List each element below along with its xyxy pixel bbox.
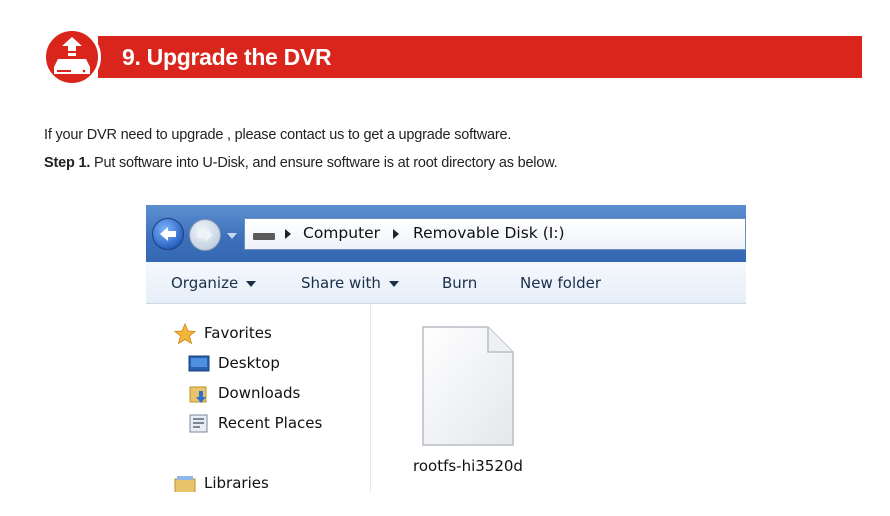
breadcrumb-computer[interactable]: Computer <box>303 224 380 242</box>
share-with-label: Share with <box>301 274 381 292</box>
address-bar-area: Computer Removable Disk (I:) <box>146 205 746 262</box>
forward-button[interactable] <box>189 219 221 251</box>
breadcrumb-arrow-icon <box>393 229 399 239</box>
section-title: 9. Upgrade the DVR <box>122 44 332 70</box>
new-folder-button[interactable]: New folder <box>520 274 601 292</box>
desktop-icon <box>188 355 210 372</box>
chevron-down-icon <box>388 280 399 287</box>
blank-file-icon[interactable] <box>420 324 516 448</box>
upgrade-dvr-icon <box>43 28 101 86</box>
nav-label-desktop: Desktop <box>218 354 280 372</box>
nav-label-downloads: Downloads <box>218 384 301 402</box>
arrow-right-icon <box>197 228 213 242</box>
recent-places-icon <box>189 414 208 433</box>
nav-label-libraries: Libraries <box>204 474 269 492</box>
downloads-folder-icon <box>189 386 207 403</box>
nav-label-favorites: Favorites <box>204 324 272 342</box>
breadcrumb-removable-disk[interactable]: Removable Disk (I:) <box>413 224 565 242</box>
navigation-pane: Favorites Desktop Downloads Recent Place… <box>146 304 371 492</box>
back-button[interactable] <box>152 218 184 250</box>
share-with-button[interactable]: Share with <box>301 274 399 292</box>
drive-icon <box>253 233 275 240</box>
organize-label: Organize <box>171 274 239 292</box>
file-name-label[interactable]: rootfs-hi3520d <box>413 457 523 475</box>
burn-button[interactable]: Burn <box>442 274 477 292</box>
step-1-instruction: Put software into U-Disk, and ensure sof… <box>90 155 558 171</box>
nav-label-recent-places: Recent Places <box>218 414 323 432</box>
recent-pages-dropdown-icon[interactable] <box>226 231 238 241</box>
step-1-text: Step 1. Put software into U-Disk, and en… <box>44 155 558 171</box>
chevron-down-icon <box>246 280 257 287</box>
breadcrumb-arrow-icon <box>285 229 291 239</box>
organize-button[interactable]: Organize <box>171 274 257 292</box>
arrow-left-icon <box>160 227 176 241</box>
command-toolbar: Organize Share with Burn New folder <box>146 262 746 304</box>
star-icon <box>174 323 196 345</box>
libraries-icon <box>174 476 196 492</box>
address-field[interactable]: Computer Removable Disk (I:) <box>244 218 746 250</box>
file-list-area: rootfs-hi3520d <box>371 304 746 492</box>
intro-text: If your DVR need to upgrade , please con… <box>44 127 512 143</box>
explorer-window: Computer Removable Disk (I:) Organize Sh… <box>146 205 746 492</box>
step-1-label: Step 1. <box>44 155 91 171</box>
